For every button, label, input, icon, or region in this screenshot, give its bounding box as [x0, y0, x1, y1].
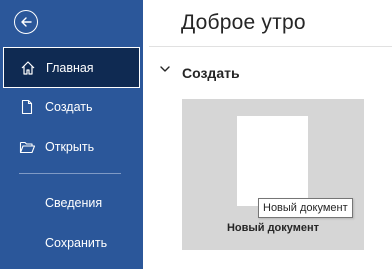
nav-item-new-label: Создать — [45, 100, 93, 114]
blank-document-thumbnail — [237, 116, 308, 206]
header-divider — [149, 46, 392, 47]
template-card-new-document[interactable]: Новый документ — [182, 99, 364, 250]
arrow-left-icon — [19, 15, 33, 29]
greeting-title: Доброе утро — [181, 11, 306, 34]
nav-item-save-label: Сохранить — [45, 236, 108, 250]
nav-item-info[interactable]: Сведения — [0, 183, 143, 223]
nav-item-home-label: Главная — [46, 60, 94, 75]
backstage-sidebar: Главная Создать Открыть Сведения Сохрани… — [0, 0, 143, 269]
chevron-down-icon — [159, 63, 171, 75]
folder-open-icon — [19, 139, 36, 155]
nav-item-info-label: Сведения — [45, 196, 103, 210]
nav-item-home[interactable]: Главная — [3, 47, 140, 88]
nav-item-open[interactable]: Открыть — [0, 127, 143, 167]
home-icon — [20, 60, 36, 76]
template-card-label: Новый документ — [226, 222, 320, 234]
section-collapse-toggle[interactable] — [159, 63, 171, 75]
nav-item-save[interactable]: Сохранить — [0, 223, 143, 263]
section-title: Создать — [182, 65, 240, 81]
back-button[interactable] — [14, 10, 38, 34]
nav-item-open-label: Открыть — [45, 140, 95, 154]
new-document-icon — [19, 99, 35, 115]
tooltip: Новый документ — [258, 198, 353, 218]
main-pane: Доброе утро Создать Новый документ Новый… — [143, 0, 392, 269]
nav-item-new[interactable]: Создать — [0, 87, 143, 127]
nav-divider — [19, 173, 121, 174]
